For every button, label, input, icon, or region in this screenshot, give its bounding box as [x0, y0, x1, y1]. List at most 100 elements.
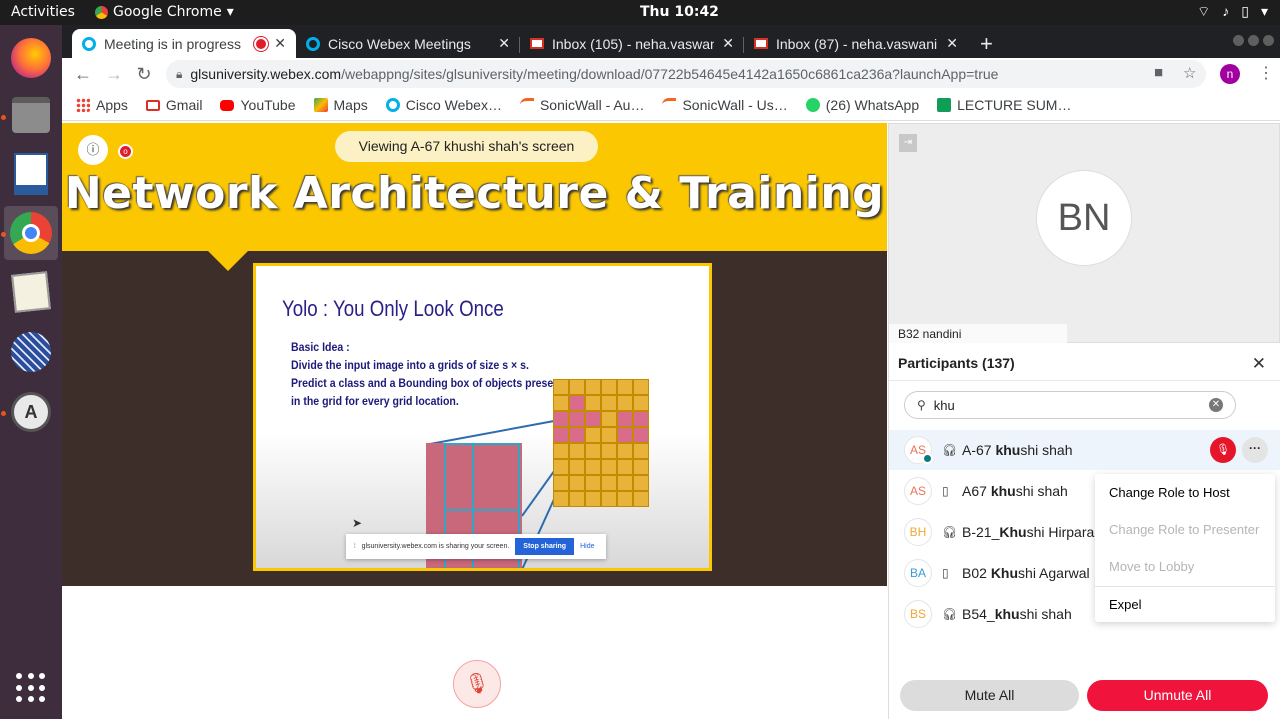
close-tab-icon[interactable]: ✕: [722, 35, 734, 52]
bookmark-label: Cisco Webex…: [405, 97, 502, 113]
tab-title: Inbox (87) - neha.vaswani: [776, 35, 938, 52]
name-part: B02: [962, 565, 991, 581]
back-arrow-icon[interactable]: ←: [71, 62, 95, 86]
bookmark-sonicwall-us[interactable]: SonicWall - Us…: [662, 97, 788, 113]
writer-icon[interactable]: [4, 147, 58, 201]
show-apps-icon[interactable]: [16, 673, 46, 703]
star-icon[interactable]: ☆: [1183, 64, 1196, 82]
bookmark-lecture-sum[interactable]: LECTURE SUM…: [937, 97, 1071, 113]
reload-icon[interactable]: ↻: [132, 62, 156, 86]
text-editor-icon[interactable]: [4, 265, 58, 319]
tab-webex[interactable]: Cisco Webex Meetings ✕: [296, 29, 520, 58]
minimize-icon[interactable]: [1233, 35, 1244, 46]
avatar: BH: [904, 518, 932, 546]
files-icon[interactable]: [4, 88, 58, 142]
divider: [889, 380, 1280, 381]
address-bar[interactable]: 🔒︎ glsuniversity.webex.com/webappng/site…: [166, 60, 1206, 88]
chevron-down-icon: ▾: [1260, 3, 1268, 19]
headset-icon: 🎧︎: [942, 443, 958, 457]
whatsapp-icon: [805, 98, 820, 112]
participant-name: B54_khushi shah: [962, 606, 1072, 622]
grid-image: [553, 379, 649, 507]
move-to-lobby-item[interactable]: Move to Lobby: [1109, 559, 1194, 574]
avatar: AS: [904, 436, 933, 464]
firefox-icon[interactable]: [4, 31, 58, 85]
bookmark-gmail[interactable]: Gmail: [145, 97, 203, 113]
tab-meeting[interactable]: Meeting is in progress ✕: [72, 29, 296, 58]
maps-icon: [313, 98, 328, 112]
participant-name: A-67 khushi shah: [962, 442, 1073, 458]
youtube-icon: [220, 99, 235, 111]
close-icon[interactable]: ✕: [1252, 354, 1266, 374]
bookmark-whatsapp[interactable]: (26) WhatsApp: [805, 97, 920, 113]
bookmark-label: SonicWall - Au…: [539, 97, 645, 113]
muted-mic-icon[interactable]: 🎙︎: [1210, 437, 1236, 463]
close-window-icon[interactable]: [1263, 35, 1274, 46]
name-part: shi shah: [1015, 483, 1068, 499]
close-tab-icon[interactable]: ✕: [946, 35, 958, 52]
tab-inbox-87[interactable]: Inbox (87) - neha.vaswani ✕: [744, 29, 968, 58]
bookmark-label: YouTube: [240, 97, 296, 113]
hide-button[interactable]: Hide: [580, 543, 594, 550]
headset-icon: 🎧︎: [942, 525, 958, 539]
more-menu-icon[interactable]: ⋮: [1258, 63, 1274, 83]
maximize-icon[interactable]: [1248, 35, 1259, 46]
tab-inbox-105[interactable]: Inbox (105) - neha.vaswani ✕: [520, 29, 744, 58]
webex-icon: [82, 36, 96, 51]
presenter-status-icon: [922, 453, 933, 464]
cursor-icon: ➤: [352, 516, 363, 530]
unmute-all-button[interactable]: Unmute All: [1087, 680, 1268, 711]
network-globe-icon[interactable]: [4, 325, 58, 379]
system-tray[interactable]: ⌔ ♪ ▯ ▾: [1197, 3, 1268, 21]
close-tab-icon[interactable]: ✕: [498, 35, 510, 52]
clock[interactable]: Thu 10:42: [640, 4, 719, 20]
bookmark-webex[interactable]: Cisco Webex…: [385, 97, 502, 113]
name-part: B-21_: [962, 524, 1000, 540]
mute-microphone-button[interactable]: 🎙︎: [453, 660, 501, 708]
bookmark-youtube[interactable]: YouTube: [220, 97, 296, 113]
participant-search-input[interactable]: ⚲ khu ✕: [904, 391, 1236, 419]
tab-title: Inbox (105) - neha.vaswani: [552, 35, 715, 52]
app-name: Google Chrome: [113, 4, 222, 20]
software-updater-icon[interactable]: A: [4, 385, 58, 439]
bookmark-label: (26) WhatsApp: [825, 97, 920, 113]
gmail-icon: [754, 38, 768, 49]
slide-notch: [202, 245, 254, 271]
volume-icon: ♪: [1222, 3, 1230, 19]
chrome-icon[interactable]: [4, 206, 58, 260]
mute-all-button[interactable]: Mute All: [900, 680, 1079, 711]
slide-title: Network Architecture & Training: [64, 168, 885, 219]
new-tab-button[interactable]: +: [980, 31, 993, 57]
activities-button[interactable]: Activities: [11, 4, 75, 20]
tab-title: Meeting is in progress: [104, 35, 241, 52]
stop-sharing-button[interactable]: Stop sharing: [515, 538, 575, 555]
camera-icon[interactable]: ■: [1154, 64, 1163, 81]
share-text: glsuniversity.webex.com is sharing your …: [361, 543, 510, 550]
bookmark-apps[interactable]: Apps: [76, 97, 128, 113]
name-part: shi shah: [1020, 442, 1073, 458]
collapse-panel-icon[interactable]: ⇥: [899, 134, 917, 152]
bookmark-sonicwall-au[interactable]: SonicWall - Au…: [519, 97, 645, 113]
browser-toolbar: ← → ↻ 🔒︎ glsuniversity.webex.com/webappn…: [62, 58, 1280, 90]
expel-item[interactable]: Expel: [1109, 597, 1142, 612]
profile-avatar[interactable]: n: [1220, 64, 1240, 84]
running-indicator: [1, 232, 6, 237]
bookmark-maps[interactable]: Maps: [313, 97, 368, 113]
chevron-down-icon: ▾: [226, 4, 234, 20]
more-options-button[interactable]: ···: [1242, 437, 1268, 463]
info-icon[interactable]: ⓘ: [78, 135, 108, 165]
close-tab-icon[interactable]: ✕: [274, 35, 286, 52]
name-part: A67: [962, 483, 991, 499]
avatar: BS: [904, 600, 932, 628]
participant-name: B-21_Khushi Hirpara: [962, 524, 1094, 540]
bookmark-label: Gmail: [165, 97, 203, 113]
app-menu[interactable]: Google Chrome ▾: [95, 4, 234, 20]
drag-handle-icon[interactable]: ⦙: [354, 543, 356, 551]
tab-strip: Meeting is in progress ✕ Cisco Webex Mee…: [62, 25, 1280, 58]
clear-search-icon[interactable]: ✕: [1209, 398, 1223, 412]
name-part: shi Agarwal: [1018, 565, 1090, 581]
forward-arrow-icon[interactable]: →: [102, 62, 126, 86]
participant-row[interactable]: AS 🎧︎ A-67 khushi shah 🎙︎ ···: [889, 430, 1280, 470]
change-role-host-item[interactable]: Change Role to Host: [1109, 485, 1230, 500]
change-role-presenter-item[interactable]: Change Role to Presenter: [1109, 522, 1259, 537]
